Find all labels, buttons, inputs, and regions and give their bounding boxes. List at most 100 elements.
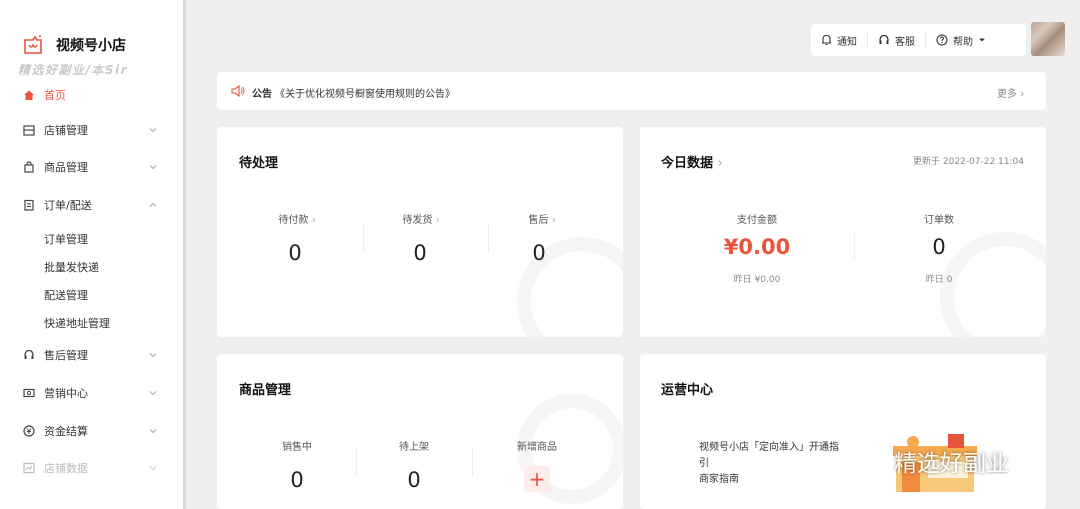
sidebar-subitem-batch-ship[interactable]: 批量发快递 [44, 259, 99, 275]
help-label: 帮助 [953, 36, 973, 48]
sidebar-item-label: 首页 [44, 89, 66, 102]
bag-icon [22, 160, 36, 174]
brand-logo[interactable]: 视频号小店 [22, 34, 126, 56]
pending-listing-value: 0 [407, 468, 421, 492]
stat-label: 待发货 [402, 215, 433, 226]
sidebar-item-label: 售后管理 [44, 349, 88, 362]
service-button[interactable]: 客服 [868, 24, 925, 56]
product-title: 商品管理 [239, 383, 292, 398]
pay-yesterday: 昨日 ¥0.00 [733, 275, 781, 285]
update-time: 更新于 2022-07-22 11:04 [913, 157, 1024, 167]
chevron-right-icon: › [435, 215, 440, 226]
chevron-down-icon [149, 466, 157, 471]
caret-down-icon [979, 38, 985, 42]
brand-name: 视频号小店 [56, 38, 126, 54]
today-data-card: 今日数据 › 更新于 2022-07-22 11:04 支付金额 ¥0.00 昨… [640, 127, 1046, 337]
sidebar-subitem-address[interactable]: 快递地址管理 [44, 315, 110, 331]
on-sale-value: 0 [290, 468, 304, 492]
new-product-label: 新增商品 [517, 442, 557, 453]
more-link[interactable]: 更多 › [997, 85, 1024, 100]
sidebar-item-label: 店铺管理 [44, 124, 88, 137]
sidebar: 视频号小店 精选好副业/本Sir 首页 店铺管理 商品管理 订单/配送 订单管理… [0, 0, 186, 509]
pay-amount-value: ¥0.00 [723, 235, 791, 259]
divider [356, 448, 357, 476]
pending-title: 待处理 [239, 156, 279, 171]
headset-icon [879, 34, 889, 44]
operations-card: 运营中心 视频号小店「定向准入」开通指 引 商家指南 [640, 354, 1046, 509]
chevron-down-icon [149, 353, 157, 358]
pending-unshipped-value: 0 [413, 241, 427, 265]
order-count-value: 0 [932, 235, 946, 259]
service-label: 客服 [895, 36, 915, 48]
speaker-icon [231, 85, 245, 97]
operations-article[interactable]: 视频号小店「定向准入」开通指 引 商家指南 [699, 440, 839, 488]
sidebar-item-data[interactable]: 店铺数据 [0, 455, 183, 481]
chevron-down-icon [149, 429, 157, 434]
on-sale-label[interactable]: 销售中 [282, 438, 312, 453]
sidebar-item-products[interactable]: 商品管理 [0, 154, 183, 180]
stat-label: 售后 [528, 215, 549, 226]
notification-button[interactable]: 通知 [811, 24, 867, 56]
sidebar-item-label: 店铺数据 [44, 462, 88, 475]
chevron-right-icon: › [551, 215, 556, 226]
chevron-down-icon [149, 391, 157, 396]
pending-card: 待处理 待付款 › 0 待发货 › 0 售后 › 0 [217, 127, 623, 337]
sidebar-item-label: 商品管理 [44, 161, 88, 174]
overlay-watermark: 精选好副业 [848, 444, 1009, 478]
sidebar-item-label: 资金结算 [44, 425, 88, 438]
chevron-down-icon [149, 165, 157, 170]
store-logo-icon [24, 35, 42, 54]
sidebar-item-label: 订单/配送 [44, 199, 92, 212]
divider [854, 232, 855, 260]
today-title: 今日数据 [661, 156, 714, 171]
today-title-link[interactable]: 今日数据 › [661, 152, 723, 171]
store-icon [22, 123, 36, 137]
article-category: 商家指南 [699, 474, 739, 485]
announcement-bar[interactable]: 公告 《关于优化视频号橱窗使用规则的公告》 更多 › [217, 72, 1046, 110]
headset-icon [22, 348, 36, 362]
chevron-right-icon: › [717, 156, 723, 171]
question-icon [936, 34, 948, 46]
pending-unpaid-value: 0 [288, 241, 302, 265]
product-card: 商品管理 销售中 0 待上架 0 新增商品 + [217, 354, 623, 509]
pending-listing-label[interactable]: 待上架 [399, 438, 429, 453]
sidebar-item-store[interactable]: 店铺管理 [0, 117, 183, 143]
top-toolbar: 通知 客服 帮助 [811, 24, 1026, 56]
stat-label: 待付款 [278, 215, 309, 226]
notification-label: 通知 [837, 36, 857, 48]
chevron-down-icon [149, 128, 157, 133]
avatar[interactable] [1031, 22, 1065, 56]
order-count-label: 订单数 [924, 215, 954, 226]
pay-amount-label: 支付金额 [737, 215, 777, 226]
announcement-tag: 公告 [252, 89, 272, 100]
coupon-icon [22, 386, 36, 400]
operations-title: 运营中心 [661, 383, 714, 398]
pending-unshipped-link[interactable]: 待发货 › [402, 211, 439, 226]
bell-icon [822, 34, 831, 46]
pending-aftersale-link[interactable]: 售后 › [528, 211, 555, 226]
sidebar-item-home[interactable]: 首页 [0, 82, 183, 108]
chart-icon [22, 461, 36, 475]
article-title-cont: 引 [699, 458, 709, 469]
home-icon [22, 88, 36, 102]
help-button[interactable]: 帮助 [926, 24, 996, 56]
chevron-right-icon: › [1020, 89, 1025, 100]
sidebar-item-finance[interactable]: 资金结算 [0, 418, 183, 444]
sidebar-subitem-delivery[interactable]: 配送管理 [44, 287, 88, 303]
watermark-label: 精选好副业 [894, 451, 1009, 477]
money-icon [22, 424, 36, 438]
sidebar-item-aftersale[interactable]: 售后管理 [0, 342, 183, 368]
decorative-shape [940, 232, 1046, 337]
sidebar-subitem-order-manage[interactable]: 订单管理 [44, 231, 88, 247]
sidebar-item-marketing[interactable]: 营销中心 [0, 380, 183, 406]
article-title: 视频号小店「定向准入」开通指 [699, 442, 839, 453]
sidebar-item-orders[interactable]: 订单/配送 [0, 192, 183, 218]
divider [363, 224, 364, 252]
chevron-up-icon [149, 202, 157, 207]
announcement-link[interactable]: 《关于优化视频号橱窗使用规则的公告》 [275, 85, 455, 100]
watermark-text: 精选好副业/本Sir [18, 63, 129, 77]
pending-unpaid-link[interactable]: 待付款 › [278, 211, 315, 226]
wechat-icon [849, 448, 886, 474]
add-product-button[interactable]: + [524, 466, 550, 492]
order-yesterday: 昨日 0 [925, 275, 953, 285]
